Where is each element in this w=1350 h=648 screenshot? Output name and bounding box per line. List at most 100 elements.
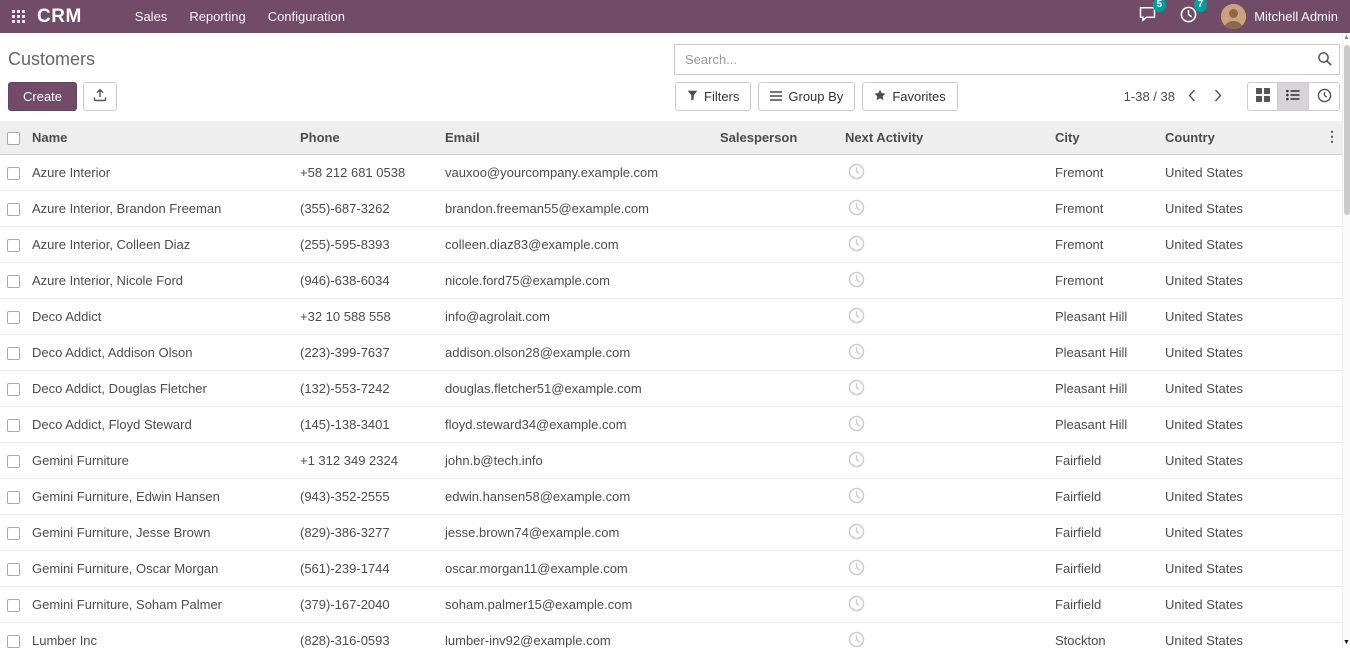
cell-phone[interactable]: +58 212 681 0538 [294, 155, 439, 191]
table-row[interactable]: Azure Interior+58 212 681 0538vauxoo@you… [0, 155, 1342, 191]
table-row[interactable]: Gemini Furniture, Soham Palmer(379)-167-… [0, 587, 1342, 623]
next-activity-clock-icon[interactable] [848, 240, 865, 255]
select-all-checkbox[interactable] [7, 132, 20, 145]
cell-name[interactable]: Gemini Furniture [26, 443, 294, 479]
cell-city[interactable]: Pleasant Hill [1049, 335, 1159, 371]
user-menu[interactable]: Mitchell Admin [1221, 4, 1338, 29]
column-header-country[interactable]: Country [1159, 121, 1264, 155]
cell-name[interactable]: Gemini Furniture, Edwin Hansen [26, 479, 294, 515]
cell-phone[interactable]: +32 10 588 558 [294, 299, 439, 335]
row-checkbox-cell[interactable] [0, 335, 26, 371]
row-checkbox-cell[interactable] [0, 191, 26, 227]
row-checkbox-cell[interactable] [0, 299, 26, 335]
cell-email[interactable]: addison.olson28@example.com [439, 335, 714, 371]
cell-name[interactable]: Azure Interior, Nicole Ford [26, 263, 294, 299]
cell-phone[interactable]: +1 312 349 2324 [294, 443, 439, 479]
cell-next-activity[interactable] [839, 299, 1049, 335]
scroll-up-icon[interactable]: ▲ [1343, 34, 1350, 42]
cell-country[interactable]: United States [1159, 371, 1264, 407]
create-button[interactable]: Create [8, 82, 77, 111]
cell-next-activity[interactable] [839, 551, 1049, 587]
cell-country[interactable]: United States [1159, 587, 1264, 623]
table-row[interactable]: Deco Addict, Floyd Steward(145)-138-3401… [0, 407, 1342, 443]
list-view-button[interactable] [1278, 82, 1309, 111]
cell-salesperson[interactable] [714, 551, 839, 587]
cell-salesperson[interactable] [714, 371, 839, 407]
scrollbar-thumb[interactable] [1344, 45, 1350, 215]
cell-country[interactable]: United States [1159, 515, 1264, 551]
cell-email[interactable]: john.b@tech.info [439, 443, 714, 479]
cell-city[interactable]: Pleasant Hill [1049, 371, 1159, 407]
row-checkbox[interactable] [7, 455, 20, 468]
cell-email[interactable]: edwin.hansen58@example.com [439, 479, 714, 515]
next-activity-clock-icon[interactable] [848, 420, 865, 435]
cell-salesperson[interactable] [714, 587, 839, 623]
row-checkbox[interactable] [7, 203, 20, 216]
pager-next-button[interactable] [1205, 87, 1231, 107]
cell-email[interactable]: info@agrolait.com [439, 299, 714, 335]
cell-country[interactable]: United States [1159, 407, 1264, 443]
cell-name[interactable]: Azure Interior, Colleen Diaz [26, 227, 294, 263]
row-checkbox[interactable] [7, 563, 20, 576]
cell-salesperson[interactable] [714, 479, 839, 515]
cell-country[interactable]: United States [1159, 623, 1264, 648]
cell-country[interactable]: United States [1159, 191, 1264, 227]
cell-country[interactable]: United States [1159, 479, 1264, 515]
cell-country[interactable]: United States [1159, 335, 1264, 371]
cell-email[interactable]: lumber-inv92@example.com [439, 623, 714, 648]
cell-phone[interactable]: (829)-386-3277 [294, 515, 439, 551]
cell-phone[interactable]: (255)-595-8393 [294, 227, 439, 263]
cell-salesperson[interactable] [714, 191, 839, 227]
cell-name[interactable]: Deco Addict, Addison Olson [26, 335, 294, 371]
cell-next-activity[interactable] [839, 191, 1049, 227]
cell-email[interactable]: nicole.ford75@example.com [439, 263, 714, 299]
cell-next-activity[interactable] [839, 479, 1049, 515]
cell-email[interactable]: brandon.freeman55@example.com [439, 191, 714, 227]
cell-name[interactable]: Lumber Inc [26, 623, 294, 648]
vertical-scrollbar[interactable]: ▲ ▼ [1342, 33, 1350, 648]
cell-next-activity[interactable] [839, 335, 1049, 371]
column-header-salesperson[interactable]: Salesperson [714, 121, 839, 155]
table-row[interactable]: Azure Interior, Nicole Ford(946)-638-603… [0, 263, 1342, 299]
cell-phone[interactable]: (561)-239-1744 [294, 551, 439, 587]
apps-menu-icon[interactable] [12, 10, 25, 23]
cell-salesperson[interactable] [714, 443, 839, 479]
cell-email[interactable]: jesse.brown74@example.com [439, 515, 714, 551]
cell-city[interactable]: Fremont [1049, 227, 1159, 263]
row-checkbox-cell[interactable] [0, 263, 26, 299]
app-name[interactable]: CRM [37, 6, 82, 28]
row-checkbox-cell[interactable] [0, 623, 26, 648]
cell-city[interactable]: Fremont [1049, 263, 1159, 299]
export-button[interactable] [83, 82, 117, 111]
next-activity-clock-icon[interactable] [848, 276, 865, 291]
cell-city[interactable]: Fairfield [1049, 551, 1159, 587]
table-row[interactable]: Gemini Furniture+1 312 349 2324john.b@te… [0, 443, 1342, 479]
next-activity-clock-icon[interactable] [848, 312, 865, 327]
cell-next-activity[interactable] [839, 407, 1049, 443]
row-checkbox[interactable] [7, 347, 20, 360]
cell-email[interactable]: soham.palmer15@example.com [439, 587, 714, 623]
search-icon[interactable] [1317, 51, 1333, 70]
row-checkbox-cell[interactable] [0, 587, 26, 623]
row-checkbox[interactable] [7, 383, 20, 396]
table-row[interactable]: Gemini Furniture, Oscar Morgan(561)-239-… [0, 551, 1342, 587]
pager-previous-button[interactable] [1179, 87, 1205, 107]
table-row[interactable]: Deco Addict, Douglas Fletcher(132)-553-7… [0, 371, 1342, 407]
cell-salesperson[interactable] [714, 335, 839, 371]
cell-city[interactable]: Fairfield [1049, 479, 1159, 515]
row-checkbox-cell[interactable] [0, 515, 26, 551]
next-activity-clock-icon[interactable] [848, 384, 865, 399]
row-checkbox[interactable] [7, 635, 20, 648]
row-checkbox-cell[interactable] [0, 551, 26, 587]
table-row[interactable]: Lumber Inc(828)-316-0593lumber-inv92@exa… [0, 623, 1342, 648]
group-by-button[interactable]: Group By [758, 82, 855, 111]
messages-button[interactable]: 5 [1139, 6, 1156, 27]
cell-salesperson[interactable] [714, 155, 839, 191]
row-checkbox[interactable] [7, 491, 20, 504]
next-activity-clock-icon[interactable] [848, 636, 865, 648]
cell-email[interactable]: floyd.steward34@example.com [439, 407, 714, 443]
cell-name[interactable]: Gemini Furniture, Oscar Morgan [26, 551, 294, 587]
next-activity-clock-icon[interactable] [848, 600, 865, 615]
cell-salesperson[interactable] [714, 407, 839, 443]
cell-phone[interactable]: (355)-687-3262 [294, 191, 439, 227]
